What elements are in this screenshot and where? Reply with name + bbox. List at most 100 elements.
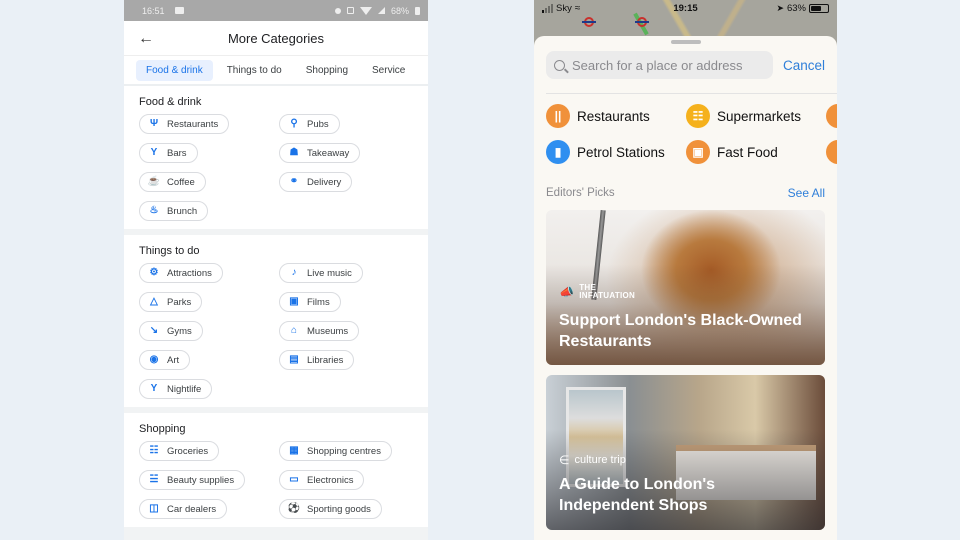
- chip-pubs[interactable]: ⚲ Pubs: [279, 114, 340, 134]
- chip-films[interactable]: ▣ Films: [279, 292, 341, 312]
- brand-name: THE INFATUATION: [579, 283, 636, 300]
- section-food-drink: Food & drink Ψ Restaurants ⚲ Pubs Y Bars ☗ T…: [124, 86, 428, 229]
- sports-icon: ⚽: [287, 503, 301, 514]
- category-partial[interactable]: [826, 140, 837, 164]
- chip-label: Restaurants: [167, 118, 219, 130]
- carrier-name: Sky: [556, 2, 572, 14]
- underground-station-icon[interactable]: [582, 17, 596, 27]
- chip-label: Museums: [307, 325, 349, 337]
- chip-electronics[interactable]: ▭ Electronics: [279, 470, 365, 490]
- store-icon: ▦: [289, 445, 299, 456]
- basket-icon: ☷: [686, 104, 710, 128]
- location-arrow-icon: ➤: [776, 2, 784, 13]
- search-icon: ⚲: [290, 118, 298, 129]
- chip-label: Shopping centres: [307, 445, 381, 457]
- battery-icon: [809, 3, 829, 13]
- chip-museums[interactable]: ⌂ Museums: [279, 321, 360, 341]
- search-input[interactable]: Search for a place or address: [546, 51, 773, 79]
- chip-art[interactable]: ◉ Art: [139, 350, 191, 370]
- search-icon: [554, 59, 565, 71]
- vibrate-icon: [346, 7, 354, 14]
- chip-label: Art: [167, 354, 180, 366]
- palette-icon: ◉: [149, 354, 159, 365]
- chip-nightlife[interactable]: Y Nightlife: [139, 379, 213, 399]
- search-row: Search for a place or address Cancel: [534, 44, 837, 79]
- chip-car-dealers[interactable]: ◫ Car dealers: [139, 499, 228, 519]
- cancel-button[interactable]: Cancel: [783, 58, 825, 73]
- see-all-link[interactable]: See All: [788, 186, 825, 200]
- category-petrol-stations[interactable]: ▮ Petrol Stations: [546, 140, 686, 164]
- category-tabs: Food & drink Things to do Shopping Servi…: [124, 56, 428, 86]
- chip-live-music[interactable]: ♪ Live music: [279, 263, 363, 283]
- chip-shopping-centres[interactable]: ▦ Shopping centres: [279, 441, 392, 461]
- cart-icon: ☷: [149, 445, 159, 456]
- fast-food-icon: ▣: [686, 140, 710, 164]
- category-supermarkets[interactable]: ☷ Supermarkets: [686, 104, 826, 128]
- tab-food-drink[interactable]: Food & drink: [136, 59, 213, 81]
- chip-bars[interactable]: Y Bars: [139, 143, 198, 163]
- partial-icon: [826, 104, 837, 128]
- partial-icon: [826, 140, 837, 164]
- image-notification-icon: [174, 7, 184, 14]
- status-time: 16:51: [142, 5, 165, 16]
- music-note-icon: ♪: [291, 267, 297, 278]
- chip-parks[interactable]: △ Parks: [139, 292, 203, 312]
- tab-services[interactable]: Service: [362, 60, 415, 81]
- category-restaurants[interactable]: || Restaurants: [546, 104, 686, 128]
- film-icon: ▣: [289, 296, 299, 307]
- chip-label: Bars: [167, 147, 187, 159]
- chip-groceries[interactable]: ☷ Groceries: [139, 441, 220, 461]
- chip-delivery[interactable]: ⚭ Delivery: [279, 172, 353, 192]
- card-brand: ∈ culture trip: [559, 453, 626, 467]
- fork-knife-icon: ||: [546, 104, 570, 128]
- category-partial[interactable]: [826, 104, 837, 128]
- underground-station-icon[interactable]: [635, 17, 649, 27]
- chip-libraries[interactable]: ▤ Libraries: [279, 350, 355, 370]
- chip-gyms[interactable]: ↘ Gyms: [139, 321, 203, 341]
- chip-label: Coffee: [167, 176, 195, 188]
- guide-card[interactable]: ∈ culture trip A Guide to London's Indep…: [546, 375, 825, 530]
- arrow-left-icon[interactable]: ←: [136, 29, 156, 49]
- tab-shopping[interactable]: Shopping: [296, 60, 358, 81]
- chip-coffee[interactable]: ☕ Coffee: [139, 172, 206, 192]
- section-title: Shopping: [139, 423, 186, 435]
- chip-label: Takeaway: [307, 147, 350, 159]
- location-icon: [334, 7, 341, 14]
- chip-attractions[interactable]: ⚙ Attractions: [139, 263, 223, 283]
- chip-label: Delivery: [307, 176, 342, 188]
- status-bar: Sky ≈ 19:15 ➤ 63%: [534, 0, 837, 16]
- park-icon: △: [150, 296, 158, 307]
- signal-icon: [377, 7, 385, 14]
- editors-picks-title: Editors' Picks: [546, 187, 615, 199]
- editors-picks-header: Editors' Picks See All: [534, 164, 837, 200]
- brunch-icon: ♨: [149, 205, 159, 216]
- chip-brunch[interactable]: ♨ Brunch: [139, 201, 209, 221]
- chip-sporting-goods[interactable]: ⚽ Sporting goods: [279, 499, 382, 519]
- chip-beauty-supplies[interactable]: ☱ Beauty supplies: [139, 470, 246, 490]
- megaphone-icon: 📣: [559, 285, 575, 299]
- delivery-icon: ⚭: [289, 176, 299, 187]
- signal-icon: [542, 3, 553, 13]
- category-label: Supermarkets: [717, 108, 802, 124]
- chip-label: Groceries: [167, 445, 209, 457]
- tab-things-to-do[interactable]: Things to do: [217, 60, 292, 81]
- attractions-icon: ⚙: [149, 267, 159, 278]
- guide-card[interactable]: 📣 THE INFATUATION Support London's Black…: [546, 210, 825, 365]
- category-fast-food[interactable]: ▣ Fast Food: [686, 140, 826, 164]
- category-label: Fast Food: [717, 144, 778, 160]
- battery-percent: 68%: [390, 5, 409, 16]
- chip-label: Live music: [307, 267, 352, 279]
- section-things-to-do: Things to do ⚙ Attractions ♪ Live music △ P…: [124, 235, 428, 407]
- card-title: A Guide to London's Independent Shops: [559, 476, 716, 514]
- chip-label: Brunch: [167, 205, 198, 217]
- library-icon: ▤: [289, 354, 299, 365]
- museum-icon: ⌂: [290, 325, 298, 336]
- chip-takeaway[interactable]: ☗ Takeaway: [279, 143, 361, 163]
- chip-restaurants[interactable]: Ψ Restaurants: [139, 114, 230, 134]
- culture-trip-logo-icon: ∈: [559, 453, 570, 467]
- search-placeholder: Search for a place or address: [572, 57, 743, 73]
- chip-label: Gyms: [167, 325, 192, 337]
- brand-name: culture trip: [574, 454, 626, 466]
- category-grid: || Restaurants ☷ Supermarkets ▮ Petrol Stat…: [534, 94, 837, 164]
- chip-label: Nightlife: [167, 383, 202, 395]
